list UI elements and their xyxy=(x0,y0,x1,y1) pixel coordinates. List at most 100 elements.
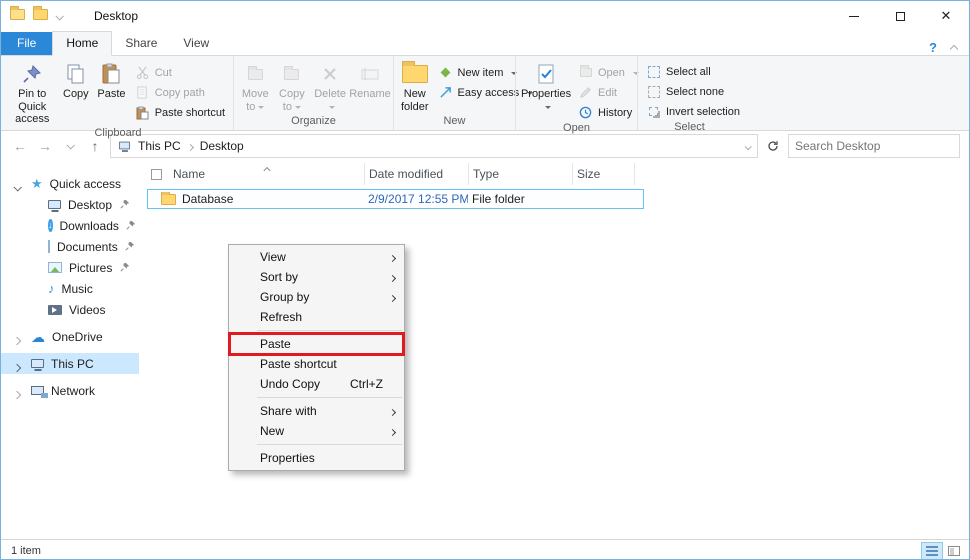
expand-chevron-icon[interactable] xyxy=(14,387,20,401)
details-view-button[interactable] xyxy=(921,542,943,560)
copy-to-button[interactable]: Copy to xyxy=(274,59,311,114)
sidebar-item-downloads[interactable]: ↓ Downloads xyxy=(1,215,139,236)
paste-label: Paste xyxy=(97,88,125,101)
history-button[interactable]: History xyxy=(573,103,644,122)
menu-item-group-by[interactable]: Group by xyxy=(229,287,404,307)
maximize-button[interactable] xyxy=(877,1,923,31)
pin-to-quick-access-button[interactable]: Pin to Quick access xyxy=(6,59,59,127)
downloads-icon: ↓ xyxy=(48,219,53,232)
column-header-date-modified[interactable]: Date modified xyxy=(365,163,469,185)
easy-access-icon xyxy=(438,86,453,99)
menu-item-label: Sort by xyxy=(260,270,298,284)
menu-item-label: Properties xyxy=(260,451,315,465)
address-dropdown-icon[interactable] xyxy=(745,139,750,153)
file-row-database[interactable]: Database 2/9/2017 12:55 PM File folder xyxy=(147,189,644,209)
minimize-button[interactable] xyxy=(831,1,877,31)
paste-icon xyxy=(100,62,122,86)
select-all-checkbox[interactable] xyxy=(147,163,169,185)
sidebar-item-this-pc[interactable]: This PC xyxy=(1,353,139,374)
move-to-button[interactable]: Move to xyxy=(237,59,274,114)
column-header-name[interactable]: Name xyxy=(169,163,365,185)
column-label: Size xyxy=(577,167,600,181)
open-button[interactable]: Open xyxy=(573,63,644,82)
file-name: Database xyxy=(182,192,233,206)
sidebar-item-network[interactable]: Network xyxy=(1,380,139,401)
open-group-label: Open xyxy=(516,122,637,137)
minimize-ribbon-icon[interactable] xyxy=(951,41,957,55)
sidebar-item-desktop[interactable]: Desktop xyxy=(1,194,139,215)
column-headers: Name Date modified Type Size xyxy=(147,163,643,185)
select-none-button[interactable]: Select none xyxy=(641,82,745,101)
titlebar: Desktop ✕ xyxy=(1,1,969,31)
tab-home[interactable]: Home xyxy=(52,31,112,56)
delete-button[interactable]: Delete xyxy=(310,59,350,114)
properties-label: Properties xyxy=(521,88,571,100)
paste-highlight-annotation xyxy=(228,332,405,356)
organize-group-label: Organize xyxy=(234,115,393,130)
context-menu: View Sort by Group by Refresh Paste Past… xyxy=(228,244,405,471)
menu-item-new[interactable]: New xyxy=(229,421,404,441)
ribbon: Pin to Quick access Copy Paste Cut xyxy=(1,55,969,131)
select-all-label: Select all xyxy=(666,66,711,78)
sidebar-item-onedrive[interactable]: ☁ OneDrive xyxy=(1,326,139,347)
refresh-button[interactable] xyxy=(763,135,783,157)
sidebar-item-videos[interactable]: Videos xyxy=(1,299,139,320)
edit-label: Edit xyxy=(598,87,617,99)
expand-chevron-icon[interactable] xyxy=(14,360,20,374)
large-icons-view-button[interactable] xyxy=(943,542,965,560)
cut-button[interactable]: Cut xyxy=(130,63,230,82)
delete-label: Delete xyxy=(314,88,346,100)
pin-icon xyxy=(120,261,130,275)
clipboard-group-label: Clipboard xyxy=(3,127,233,142)
menu-item-paste[interactable]: Paste xyxy=(229,334,404,354)
menu-item-label: Group by xyxy=(260,290,309,304)
ribbon-group-organize: Move to Copy to Delete Rename Organize xyxy=(233,56,393,130)
submenu-arrow-icon xyxy=(390,424,395,438)
close-button[interactable]: ✕ xyxy=(923,1,969,31)
copy-path-button[interactable]: Copy path xyxy=(130,83,230,102)
paste-shortcut-button[interactable]: Paste shortcut xyxy=(130,103,230,122)
search-input[interactable] xyxy=(795,139,950,153)
easy-access-label: Easy access xyxy=(458,87,520,99)
invert-selection-button[interactable]: Invert selection xyxy=(641,102,745,121)
new-folder-button[interactable]: New folder xyxy=(397,59,433,114)
pin-icon xyxy=(22,62,42,86)
edit-button[interactable]: Edit xyxy=(573,83,644,102)
qat-customize-icon[interactable] xyxy=(56,9,62,23)
tab-file[interactable]: File xyxy=(1,32,52,55)
help-icon[interactable]: ? xyxy=(929,40,937,55)
sidebar-item-music[interactable]: ♪ Music xyxy=(1,278,139,299)
qat-folder-icon[interactable] xyxy=(33,9,48,23)
sidebar-item-documents[interactable]: Documents xyxy=(1,236,139,257)
sidebar-item-quick-access[interactable]: ★ Quick access xyxy=(1,173,139,194)
copy-button[interactable]: Copy xyxy=(59,59,94,102)
column-header-size[interactable]: Size xyxy=(573,163,635,185)
menu-separator xyxy=(257,444,402,445)
menu-item-undo-copy[interactable]: Undo Copy Ctrl+Z xyxy=(229,374,404,394)
properties-button[interactable]: Properties xyxy=(519,59,573,114)
new-item-icon xyxy=(438,69,453,76)
column-header-type[interactable]: Type xyxy=(469,163,573,185)
expand-chevron-icon[interactable] xyxy=(14,333,20,347)
open-label: Open xyxy=(598,67,625,79)
pin-to-quick-access-label: Pin to Quick access xyxy=(10,88,55,126)
expand-chevron-icon[interactable] xyxy=(14,180,20,194)
tab-view[interactable]: View xyxy=(170,32,222,55)
file-date-modified: 2/9/2017 12:55 PM xyxy=(364,192,468,206)
ribbon-group-clipboard: Pin to Quick access Copy Paste Cut xyxy=(3,56,233,130)
menu-item-refresh[interactable]: Refresh xyxy=(229,307,404,327)
move-to-caret-icon xyxy=(258,106,264,112)
tab-share[interactable]: Share xyxy=(112,32,170,55)
menu-item-share-with[interactable]: Share with xyxy=(229,401,404,421)
menu-item-sort-by[interactable]: Sort by xyxy=(229,267,404,287)
history-icon xyxy=(578,106,593,119)
ribbon-group-new: New folder New item Easy access New xyxy=(393,56,515,130)
select-all-button[interactable]: Select all xyxy=(641,62,745,81)
new-folder-icon xyxy=(402,62,428,86)
rename-button[interactable]: Rename xyxy=(350,59,390,102)
menu-item-view[interactable]: View xyxy=(229,247,404,267)
sidebar-item-pictures[interactable]: Pictures xyxy=(1,257,139,278)
menu-item-paste-shortcut[interactable]: Paste shortcut xyxy=(229,354,404,374)
menu-item-properties[interactable]: Properties xyxy=(229,448,404,468)
paste-button[interactable]: Paste xyxy=(93,59,129,102)
